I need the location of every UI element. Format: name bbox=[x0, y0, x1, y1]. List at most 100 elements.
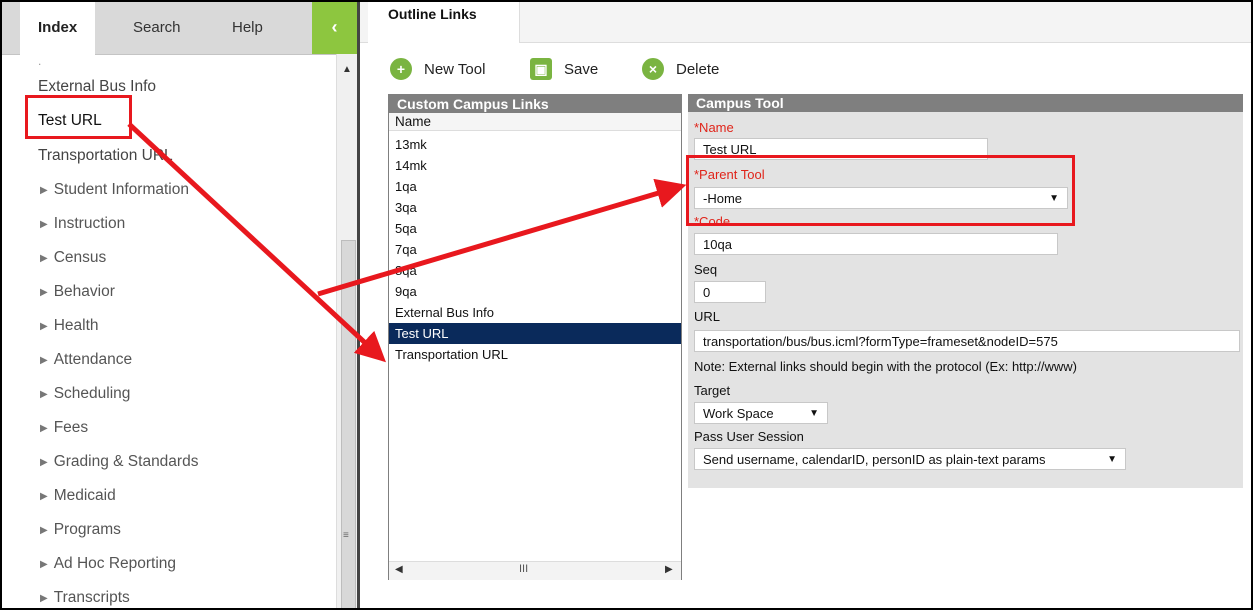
list-item[interactable]: External Bus Info bbox=[389, 302, 681, 323]
expand-triangle-icon: ▶ bbox=[40, 253, 48, 264]
sidebar-folder-label: Ad Hoc Reporting bbox=[53, 555, 177, 572]
list-item[interactable]: 8qa bbox=[389, 260, 681, 281]
sidebar-folder-label: Attendance bbox=[53, 351, 133, 368]
expand-triangle-icon: ▶ bbox=[40, 287, 48, 298]
pass-session-select[interactable]: Send username, calendarID, personID as p… bbox=[694, 448, 1126, 470]
custom-links-panel: Custom Campus Links Name 13mk 14mk 1qa 3… bbox=[388, 94, 682, 580]
list-item[interactable]: 5qa bbox=[389, 218, 681, 239]
sidebar-folder[interactable]: ▶ Grading & Standards bbox=[40, 453, 198, 471]
pass-session-label: Pass User Session bbox=[694, 429, 804, 444]
new-tool-label: New Tool bbox=[424, 60, 486, 78]
expand-triangle-icon: ▶ bbox=[40, 389, 48, 400]
truncated-item: . bbox=[38, 54, 42, 68]
sidebar-folder[interactable]: ▶ Programs bbox=[40, 521, 121, 539]
pass-session-value: Send username, calendarID, personID as p… bbox=[703, 452, 1046, 467]
expand-triangle-icon: ▶ bbox=[40, 457, 48, 468]
collapse-sidebar-button[interactable]: ‹ bbox=[312, 2, 357, 54]
expand-triangle-icon: ▶ bbox=[40, 185, 48, 196]
list-item-selected[interactable]: Test URL bbox=[389, 323, 681, 344]
list-item[interactable]: 3qa bbox=[389, 197, 681, 218]
sidebar-folder-label: Scheduling bbox=[53, 385, 131, 402]
scroll-up-icon[interactable]: ▲ bbox=[342, 64, 352, 75]
target-select[interactable]: Work Space ▼ bbox=[694, 402, 828, 424]
tab-search[interactable]: Search bbox=[115, 2, 199, 54]
list-item[interactable]: 13mk bbox=[389, 134, 681, 155]
annotation-box-parent-tool bbox=[686, 155, 1075, 226]
toolbar: + New Tool ▣ Save × Delete bbox=[360, 54, 1251, 86]
sidebar-scrollbar[interactable]: ▲ ≡ bbox=[336, 54, 358, 608]
sidebar-folder[interactable]: ▶ Transcripts bbox=[40, 589, 130, 607]
sidebar-folder[interactable]: ▶ Instruction bbox=[40, 215, 125, 233]
main-area: Outline Links + New Tool ▣ Save × Delete… bbox=[360, 2, 1251, 608]
tab-index[interactable]: Index bbox=[20, 2, 96, 55]
sidebar: Index Search Help ‹ . External Bus Info … bbox=[2, 2, 358, 608]
expand-triangle-icon: ▶ bbox=[40, 593, 48, 604]
sidebar-item-external-bus-info[interactable]: External Bus Info bbox=[38, 78, 156, 96]
sidebar-folder[interactable]: ▶ Scheduling bbox=[40, 385, 130, 403]
target-label: Target bbox=[694, 383, 731, 398]
expand-triangle-icon: ▶ bbox=[40, 491, 48, 502]
window: Index Search Help ‹ . External Bus Info … bbox=[0, 0, 1253, 610]
expand-triangle-icon: ▶ bbox=[40, 423, 48, 434]
tab-outline-links[interactable]: Outline Links bbox=[368, 2, 520, 43]
save-label: Save bbox=[564, 60, 599, 78]
seq-label: Seq bbox=[694, 262, 718, 277]
sidebar-folder[interactable]: ▶ Census bbox=[40, 249, 106, 267]
dropdown-arrow-icon: ▼ bbox=[809, 408, 819, 419]
list-item[interactable]: 9qa bbox=[389, 281, 681, 302]
new-tool-button[interactable]: + New Tool bbox=[390, 54, 485, 84]
tab-help[interactable]: Help bbox=[214, 2, 281, 54]
sidebar-folder[interactable]: ▶ Student Information bbox=[40, 181, 189, 199]
dropdown-arrow-icon: ▼ bbox=[1107, 454, 1117, 465]
sidebar-folder-label: Census bbox=[53, 249, 107, 266]
sidebar-folder[interactable]: ▶ Health bbox=[40, 317, 99, 335]
sidebar-folder[interactable]: ▶ Behavior bbox=[40, 283, 115, 301]
url-label: URL bbox=[694, 309, 721, 324]
save-icon: ▣ bbox=[530, 58, 552, 80]
sidebar-folder-label: Behavior bbox=[53, 283, 115, 300]
sidebar-folder[interactable]: ▶ Ad Hoc Reporting bbox=[40, 555, 176, 573]
campus-tool-panel: Campus Tool *Name Test URL *Parent Tool … bbox=[688, 94, 1243, 488]
seq-field[interactable]: 0 bbox=[694, 281, 766, 303]
list-item[interactable]: 1qa bbox=[389, 176, 681, 197]
target-value: Work Space bbox=[703, 406, 774, 421]
sidebar-folder-label: Student Information bbox=[53, 181, 189, 198]
list-item[interactable]: Transportation URL bbox=[389, 344, 681, 365]
delete-label: Delete bbox=[676, 60, 720, 78]
sidebar-folder-label: Medicaid bbox=[53, 487, 116, 504]
sidebar-item-transportation-url[interactable]: Transportation URL bbox=[38, 147, 173, 165]
url-note: Note: External links should begin with t… bbox=[694, 359, 1077, 374]
sidebar-folder-label: Grading & Standards bbox=[53, 453, 199, 470]
campus-tool-title: Campus Tool bbox=[688, 94, 1243, 112]
main-tabbar: Outline Links bbox=[360, 2, 1251, 43]
plus-icon: + bbox=[390, 58, 412, 80]
list-item[interactable]: 7qa bbox=[389, 239, 681, 260]
code-field[interactable]: 10qa bbox=[694, 233, 1058, 255]
sidebar-folder[interactable]: ▶ Fees bbox=[40, 419, 88, 437]
custom-links-title: Custom Campus Links bbox=[389, 95, 681, 113]
scrollbar-thumb[interactable] bbox=[341, 240, 356, 608]
chevron-left-icon: ‹ bbox=[331, 17, 338, 37]
expand-triangle-icon: ▶ bbox=[40, 355, 48, 366]
sidebar-folder-label: Programs bbox=[53, 521, 121, 538]
save-button[interactable]: ▣ Save bbox=[530, 54, 598, 84]
delete-button[interactable]: × Delete bbox=[642, 54, 719, 84]
name-column-header[interactable]: Name bbox=[389, 113, 681, 131]
links-hscrollbar[interactable]: ◀ III ▶ bbox=[389, 561, 681, 580]
sidebar-folder-label: Fees bbox=[53, 419, 89, 436]
sidebar-folder[interactable]: ▶ Medicaid bbox=[40, 487, 116, 505]
sidebar-tabs: Index Search Help ‹ bbox=[2, 2, 357, 55]
list-item[interactable]: 14mk bbox=[389, 155, 681, 176]
scroll-grip-icon: ≡ bbox=[343, 530, 349, 541]
scroll-right-icon[interactable]: ▶ bbox=[665, 564, 673, 575]
delete-icon: × bbox=[642, 58, 664, 80]
sidebar-folder-label: Transcripts bbox=[53, 589, 130, 606]
expand-triangle-icon: ▶ bbox=[40, 219, 48, 230]
expand-triangle-icon: ▶ bbox=[40, 559, 48, 570]
sidebar-folder[interactable]: ▶ Attendance bbox=[40, 351, 132, 369]
url-field[interactable]: transportation/bus/bus.icml?formType=fra… bbox=[694, 330, 1240, 352]
scroll-left-icon[interactable]: ◀ bbox=[395, 564, 403, 575]
scroll-grip-icon: III bbox=[519, 563, 529, 575]
name-label: *Name bbox=[694, 120, 734, 135]
annotation-box-test-url bbox=[25, 95, 132, 139]
